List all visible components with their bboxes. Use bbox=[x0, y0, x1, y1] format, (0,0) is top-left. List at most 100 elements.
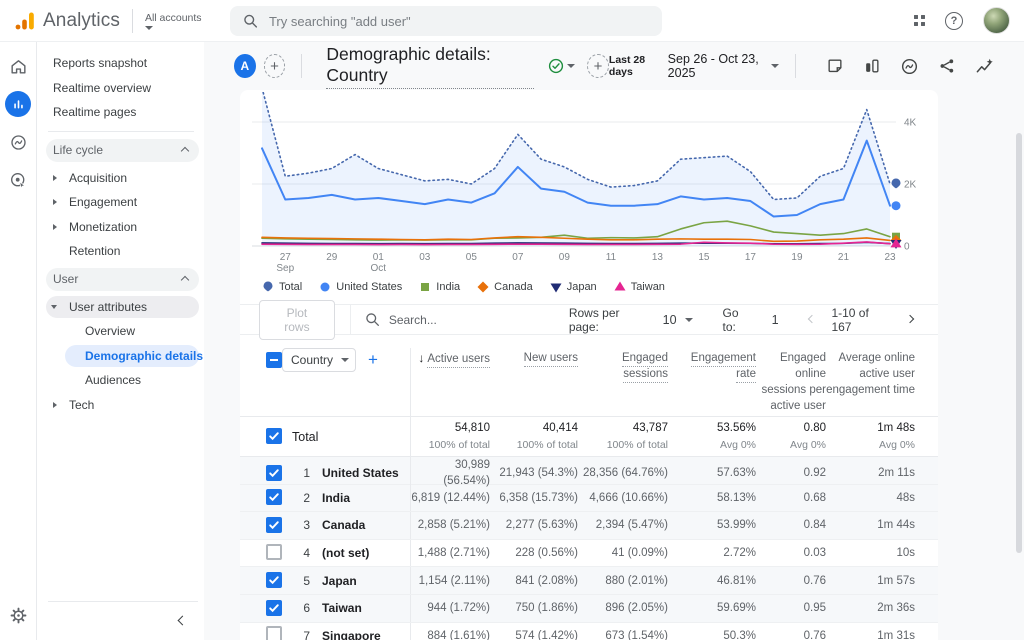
metric-cell: 58.13% bbox=[668, 490, 756, 506]
svg-text:0: 0 bbox=[904, 242, 910, 253]
metric-cell: 896 (2.05%) bbox=[578, 600, 668, 616]
divider bbox=[350, 305, 351, 335]
table-row[interactable]: 3Canada2,858 (5.21%)2,277 (5.63%)2,394 (… bbox=[240, 512, 938, 540]
metric-cell: 48s bbox=[826, 490, 915, 506]
sidebar-item-overview[interactable]: Overview bbox=[38, 319, 204, 344]
legend-item-canada[interactable]: Canada bbox=[477, 281, 533, 293]
advertising-icon[interactable] bbox=[5, 167, 31, 193]
legend-item-india[interactable]: India bbox=[419, 281, 460, 293]
legend-item-taiwan[interactable]: Taiwan bbox=[614, 281, 665, 293]
row-checkbox[interactable] bbox=[266, 517, 282, 533]
insights-sparkle-icon[interactable] bbox=[975, 57, 994, 76]
expand-arrow-icon bbox=[53, 175, 57, 181]
home-icon[interactable] bbox=[5, 53, 31, 79]
collapse-nav-button[interactable] bbox=[174, 613, 190, 629]
avatar[interactable] bbox=[983, 7, 1010, 34]
table-row[interactable]: 1United States30,989 (56.54%)21,943 (54.… bbox=[240, 457, 938, 485]
svg-text:19: 19 bbox=[791, 252, 803, 263]
svg-text:2K: 2K bbox=[904, 180, 917, 191]
legend-item-japan[interactable]: Japan bbox=[550, 281, 597, 293]
chevron-down-icon[interactable] bbox=[771, 64, 779, 68]
column-header[interactable]: Engagement rate bbox=[668, 348, 756, 382]
sidebar-item-tech[interactable]: Tech bbox=[38, 393, 204, 418]
google-apps-icon[interactable] bbox=[914, 15, 925, 26]
notes-icon[interactable] bbox=[826, 57, 844, 75]
account-switcher[interactable]: All accounts bbox=[145, 12, 202, 30]
report-nav: Reports snapshotRealtime overviewRealtim… bbox=[38, 42, 204, 640]
report-status-badge[interactable] bbox=[544, 56, 579, 76]
rows-per-page-value[interactable]: 10 bbox=[663, 313, 677, 327]
admin-gear-icon[interactable] bbox=[5, 602, 31, 628]
add-dimension-button[interactable]: + bbox=[368, 350, 378, 370]
column-header[interactable]: ↓Active users bbox=[410, 348, 490, 416]
sidebar-item-realtime-overview[interactable]: Realtime overview bbox=[38, 76, 204, 101]
comparison-icon[interactable] bbox=[863, 57, 881, 75]
rows-per-page-label: Rows per page: bbox=[569, 306, 649, 334]
table-search-input[interactable] bbox=[389, 313, 569, 327]
previous-page-button[interactable] bbox=[801, 309, 822, 331]
reports-icon[interactable] bbox=[5, 91, 31, 117]
metric-cell: 59.69% bbox=[668, 600, 756, 616]
legend-item-united-states[interactable]: United States bbox=[319, 281, 402, 293]
nav-footer-divider bbox=[48, 601, 198, 602]
country-name: India bbox=[312, 491, 410, 505]
sidebar-item-reports-snapshot[interactable]: Reports snapshot bbox=[38, 51, 204, 76]
timeseries-chart: 02K4K27Sep2901Oct0305070911131517192123 bbox=[240, 90, 938, 276]
report-title[interactable]: Demographic details: Country bbox=[326, 44, 534, 89]
row-checkbox[interactable] bbox=[266, 572, 282, 588]
column-header[interactable]: Average online active user engagement ti… bbox=[826, 348, 915, 398]
row-checkbox[interactable] bbox=[266, 489, 282, 505]
insights-circle-icon[interactable] bbox=[900, 57, 919, 76]
search-input[interactable] bbox=[269, 14, 649, 29]
chevron-down-icon[interactable] bbox=[685, 318, 693, 322]
chevron-down-icon bbox=[145, 26, 153, 30]
legend-marker-icon bbox=[262, 281, 274, 293]
country-name: (not set) bbox=[312, 546, 410, 560]
column-header[interactable]: Engaged online sessions per active user bbox=[756, 348, 826, 414]
table-row[interactable]: 7Singapore884 (1.61%)574 (1.42%)673 (1.5… bbox=[240, 623, 938, 640]
metric-cell: 46.81% bbox=[668, 573, 756, 589]
plot-rows-button[interactable]: Plot rows bbox=[259, 300, 335, 340]
property-chip[interactable]: A bbox=[234, 54, 256, 78]
sidebar-item-acquisition[interactable]: Acquisition bbox=[38, 166, 204, 191]
row-checkbox[interactable] bbox=[266, 626, 282, 640]
row-checkbox[interactable] bbox=[266, 465, 282, 481]
sidebar-item-engagement[interactable]: Engagement bbox=[38, 190, 204, 215]
share-icon[interactable] bbox=[938, 57, 956, 75]
table-search[interactable] bbox=[365, 312, 569, 327]
sidebar-item-user-attributes[interactable]: User attributes bbox=[38, 295, 204, 320]
table-row[interactable]: 4(not set)1,488 (2.71%)228 (0.56%)41 (0.… bbox=[240, 540, 938, 568]
help-icon[interactable]: ? bbox=[945, 12, 963, 30]
global-search[interactable] bbox=[230, 6, 662, 36]
column-header[interactable]: New users bbox=[490, 348, 578, 366]
vertical-scrollbar[interactable] bbox=[1016, 133, 1022, 553]
add-comparison-button[interactable]: + bbox=[587, 54, 609, 78]
svg-text:21: 21 bbox=[838, 252, 850, 263]
sidebar-item-retention[interactable]: Retention bbox=[38, 239, 204, 264]
sidebar-item-demographic-details[interactable]: Demographic details bbox=[38, 344, 204, 369]
date-range[interactable]: Sep 26 - Oct 23, 2025 bbox=[668, 52, 763, 80]
analytics-logo[interactable]: Analytics bbox=[0, 10, 120, 32]
row-checkbox[interactable] bbox=[266, 352, 282, 368]
column-header[interactable]: Engaged sessions bbox=[578, 348, 668, 382]
next-page-button[interactable] bbox=[899, 309, 920, 331]
table-row[interactable]: 2India6,819 (12.44%)6,358 (15.73%)4,666 … bbox=[240, 485, 938, 513]
table-row[interactable]: 6Taiwan944 (1.72%)750 (1.86%)896 (2.05%)… bbox=[240, 595, 938, 623]
goto-page-input[interactable]: 1 bbox=[772, 313, 779, 327]
add-report-tab-button[interactable]: + bbox=[264, 54, 286, 78]
nav-section-life-cycle[interactable]: Life cycle bbox=[38, 138, 204, 163]
nav-section-user[interactable]: User bbox=[38, 267, 204, 292]
sidebar-item-realtime-pages[interactable]: Realtime pages bbox=[38, 100, 204, 125]
table-row[interactable]: 5Japan1,154 (2.11%)841 (2.08%)880 (2.01%… bbox=[240, 567, 938, 595]
sidebar-item-monetization[interactable]: Monetization bbox=[38, 215, 204, 240]
metric-cell: 0.92 bbox=[756, 465, 826, 481]
legend-item-total[interactable]: Total bbox=[262, 281, 302, 293]
row-checkbox[interactable] bbox=[266, 428, 282, 444]
report-header: A + Demographic details: Country + Last … bbox=[204, 42, 1024, 90]
sidebar-item-audiences[interactable]: Audiences bbox=[38, 368, 204, 393]
row-checkbox[interactable] bbox=[266, 544, 282, 560]
row-checkbox[interactable] bbox=[266, 600, 282, 616]
metric-cell: 0.76 bbox=[756, 573, 826, 589]
dimension-selector[interactable]: Country bbox=[282, 348, 356, 372]
explore-icon[interactable] bbox=[5, 129, 31, 155]
